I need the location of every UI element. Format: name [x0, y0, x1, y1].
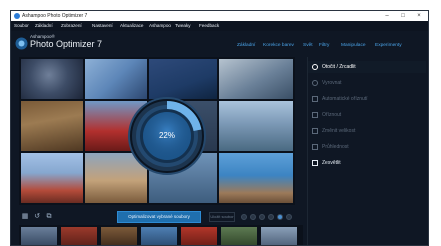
filmstrip-thumbnail[interactable] [181, 227, 217, 245]
crop-icon [312, 112, 318, 118]
panel-item-brighten[interactable]: Zesvětlit [308, 157, 426, 169]
menu-bar: Soubor Základní Zobrazení Nastavení Aktu… [11, 21, 428, 31]
panel-item-resize[interactable]: Změnit velikost [308, 125, 426, 137]
filmstrip-thumbnail[interactable] [261, 227, 297, 245]
photo-thumbnail[interactable] [85, 59, 147, 99]
menu-tweaky[interactable]: Tweaky [175, 21, 191, 31]
filmstrip [19, 225, 303, 245]
tab-zakladni[interactable]: Základní [237, 43, 255, 48]
menu-aktualizace[interactable]: Aktualizace [120, 21, 144, 31]
straighten-icon [312, 80, 318, 86]
title-bar: Ashampoo Photo Optimizer 7 – □ × [11, 11, 428, 21]
app-logo-icon [15, 37, 28, 50]
tab-svet[interactable]: Svět [303, 43, 313, 48]
pager-dot[interactable] [250, 214, 256, 220]
photo-thumbnail[interactable] [21, 59, 83, 99]
filmstrip-thumbnail[interactable] [141, 227, 177, 245]
pager-dot[interactable] [268, 214, 274, 220]
menu-zobrazeni[interactable]: Zobrazení [61, 21, 82, 31]
photo-thumbnail[interactable] [21, 101, 83, 151]
bottom-toolbar: ▦ ↺ ⧉ Optimalizovat vybrané soubory Ulož… [19, 211, 303, 223]
maximize-button[interactable]: □ [396, 11, 410, 21]
panel-item-label: Zesvětlit [322, 160, 341, 166]
app-header: Ashampoo® Photo Optimizer 7 Základní Kor… [11, 31, 428, 55]
filmstrip-thumbnail[interactable] [21, 227, 57, 245]
panel-item-straighten[interactable]: Vyrovnat [308, 77, 426, 89]
panel-item-label: Oříznout [322, 112, 342, 118]
brand-product: Photo Optimizer 7 [30, 39, 103, 49]
panel-item-label: Otočit / Zrcadlit [322, 64, 356, 70]
filmstrip-thumbnail[interactable] [221, 227, 257, 245]
panel-item-autocrop[interactable]: Automatické oříznutí [308, 93, 426, 105]
save-file-button[interactable]: Uložit soubor [209, 212, 235, 222]
window-title: Ashampoo Photo Optimizer 7 [22, 13, 88, 19]
tab-manipulace[interactable]: Manipulace [341, 43, 366, 48]
crop-tool-icon[interactable]: ⧉ [45, 213, 53, 221]
menu-nastaveni[interactable]: Nastavení [92, 21, 113, 31]
filmstrip-thumbnail[interactable] [101, 227, 137, 245]
pager-dot-active[interactable] [277, 214, 283, 220]
progress-percent-label: 22% [158, 131, 175, 140]
menu-soubor[interactable]: Soubor [14, 21, 29, 31]
panel-item-rotate-mirror[interactable]: Otočit / Zrcadlit [308, 61, 426, 73]
menu-feedback[interactable]: Feedback [199, 21, 219, 31]
optimize-selected-button[interactable]: Optimalizovat vybrané soubory [117, 211, 201, 223]
minimize-button[interactable]: – [380, 11, 394, 21]
panel-item-transparency[interactable]: Průhlednost [308, 141, 426, 153]
select-all-icon[interactable]: ▦ [21, 213, 29, 221]
menu-ashampoo[interactable]: Ashampoo [149, 21, 171, 31]
pager-dot[interactable] [241, 214, 247, 220]
tab-korekce-barev[interactable]: Korekce barev [263, 43, 294, 48]
photo-thumbnail[interactable] [219, 59, 293, 99]
photo-thumbnail[interactable] [219, 101, 293, 151]
photo-thumbnail[interactable] [21, 153, 83, 203]
panel-item-label: Vyrovnat [322, 80, 342, 86]
filmstrip-thumbnail[interactable] [61, 227, 97, 245]
tool-panel: Otočit / Zrcadlit Vyrovnat Automatické o… [307, 57, 428, 245]
pager-dot[interactable] [286, 214, 292, 220]
panel-item-label: Automatické oříznutí [322, 96, 368, 102]
rotate-icon [312, 64, 318, 70]
photo-thumbnail[interactable] [149, 59, 217, 99]
menu-zakladni[interactable]: Základní [35, 21, 53, 31]
brighten-icon [312, 160, 318, 166]
autocrop-icon [312, 96, 318, 102]
tab-experimenty[interactable]: Experimenty [375, 43, 402, 48]
transparency-icon [312, 144, 318, 150]
app-icon [14, 13, 20, 19]
app-window: Ashampoo Photo Optimizer 7 – □ × Soubor … [10, 10, 429, 246]
undo-icon[interactable]: ↺ [33, 213, 41, 221]
tab-filtry[interactable]: Filtry [319, 43, 329, 48]
pager-dot[interactable] [259, 214, 265, 220]
resize-icon [312, 128, 318, 134]
panel-item-label: Průhlednost [322, 144, 349, 150]
photo-thumbnail[interactable] [219, 153, 293, 203]
panel-item-crop[interactable]: Oříznout [308, 109, 426, 121]
close-button[interactable]: × [412, 11, 426, 21]
panel-item-label: Změnit velikost [322, 128, 356, 134]
